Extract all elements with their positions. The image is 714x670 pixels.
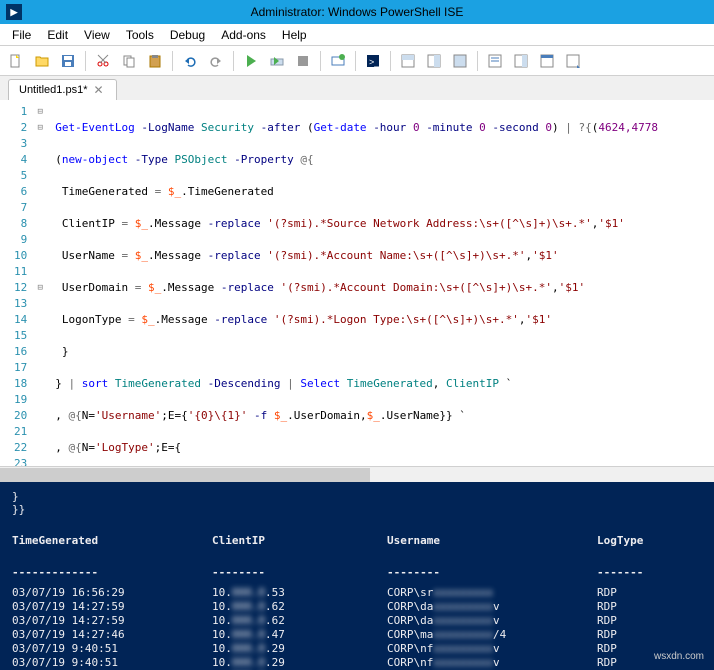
col-header-ip: ClientIP bbox=[212, 534, 387, 548]
menu-file[interactable]: File bbox=[4, 25, 39, 45]
copy-icon[interactable] bbox=[117, 49, 141, 73]
show-script-icon[interactable] bbox=[396, 49, 420, 73]
separator bbox=[477, 51, 478, 71]
svg-text:>_: >_ bbox=[369, 57, 380, 67]
separator bbox=[390, 51, 391, 71]
scrollbar-thumb[interactable] bbox=[0, 468, 370, 482]
script-editor[interactable]: 1234567891011121314151617181920212223 ⊟⊟… bbox=[0, 100, 714, 466]
new-icon[interactable] bbox=[4, 49, 28, 73]
powershell-icon[interactable]: >_ bbox=[361, 49, 385, 73]
table-row: 03/07/19 9:40:5110.000.0.29CORP\nfxxxxxx… bbox=[12, 656, 702, 670]
show-command-icon[interactable] bbox=[483, 49, 507, 73]
separator bbox=[320, 51, 321, 71]
console-table-header: TimeGenerated ClientIP Username LogType bbox=[12, 534, 702, 548]
stop-icon[interactable] bbox=[291, 49, 315, 73]
console-table-divider: ------------------------------------ bbox=[12, 566, 702, 580]
separator bbox=[355, 51, 356, 71]
cut-icon[interactable] bbox=[91, 49, 115, 73]
separator bbox=[172, 51, 173, 71]
open-icon[interactable] bbox=[30, 49, 54, 73]
col-header-user: Username bbox=[387, 534, 597, 548]
table-row: 03/07/19 14:27:5910.000.0.62CORP\daxxxxx… bbox=[12, 614, 702, 628]
run-icon[interactable] bbox=[239, 49, 263, 73]
show-toolbar-icon[interactable] bbox=[535, 49, 559, 73]
col-header-log: LogType bbox=[597, 534, 677, 548]
line-numbers: 1234567891011121314151617181920212223 bbox=[0, 100, 33, 466]
console-pane[interactable]: } }} TimeGenerated ClientIP Username Log… bbox=[0, 482, 714, 670]
redo-icon[interactable] bbox=[204, 49, 228, 73]
menu-view[interactable]: View bbox=[76, 25, 118, 45]
menu-debug[interactable]: Debug bbox=[162, 25, 213, 45]
watermark: wsxdn.com bbox=[654, 651, 704, 662]
table-row: 03/07/19 14:27:5910.000.0.62CORP\daxxxxx… bbox=[12, 600, 702, 614]
menu-addons[interactable]: Add-ons bbox=[213, 25, 274, 45]
menubar: File Edit View Tools Debug Add-ons Help bbox=[0, 24, 714, 46]
separator bbox=[85, 51, 86, 71]
table-row: 03/07/19 9:40:5110.000.0.29CORP\nfxxxxxx… bbox=[12, 642, 702, 656]
horizontal-scrollbar[interactable] bbox=[0, 466, 714, 482]
menu-tools[interactable]: Tools bbox=[118, 25, 162, 45]
close-icon[interactable]: ✕ bbox=[94, 83, 104, 97]
save-icon[interactable] bbox=[56, 49, 80, 73]
run-selection-icon[interactable] bbox=[265, 49, 289, 73]
show-script-max-icon[interactable] bbox=[448, 49, 472, 73]
new-remote-tab-icon[interactable] bbox=[326, 49, 350, 73]
paste-icon[interactable] bbox=[143, 49, 167, 73]
app-icon: ▶ bbox=[6, 4, 22, 20]
window-title: Administrator: Windows PowerShell ISE bbox=[251, 5, 464, 19]
menu-help[interactable]: Help bbox=[274, 25, 315, 45]
tab-label: Untitled1.ps1* bbox=[19, 84, 88, 96]
show-command-addon-icon[interactable] bbox=[509, 49, 533, 73]
code-area[interactable]: Get-EventLog -LogName Security -after (G… bbox=[47, 100, 666, 466]
separator bbox=[233, 51, 234, 71]
toolbar: >_ bbox=[0, 46, 714, 76]
console-rows: 03/07/19 16:56:2910.000.0.53CORP\srxxxxx… bbox=[12, 586, 702, 670]
show-addons-icon[interactable] bbox=[561, 49, 585, 73]
console-output-braces: } }} bbox=[12, 490, 702, 516]
window-titlebar: ▶ Administrator: Windows PowerShell ISE bbox=[0, 0, 714, 24]
col-header-time: TimeGenerated bbox=[12, 534, 212, 548]
table-row: 03/07/19 16:56:2910.000.0.53CORP\srxxxxx… bbox=[12, 586, 702, 600]
tab-bar: Untitled1.ps1* ✕ bbox=[0, 76, 714, 100]
menu-edit[interactable]: Edit bbox=[39, 25, 76, 45]
show-script-right-icon[interactable] bbox=[422, 49, 446, 73]
undo-icon[interactable] bbox=[178, 49, 202, 73]
fold-column: ⊟⊟⊟ bbox=[33, 100, 47, 466]
tab-untitled[interactable]: Untitled1.ps1* ✕ bbox=[8, 79, 117, 100]
table-row: 03/07/19 14:27:4610.000.0.47CORP\maxxxxx… bbox=[12, 628, 702, 642]
